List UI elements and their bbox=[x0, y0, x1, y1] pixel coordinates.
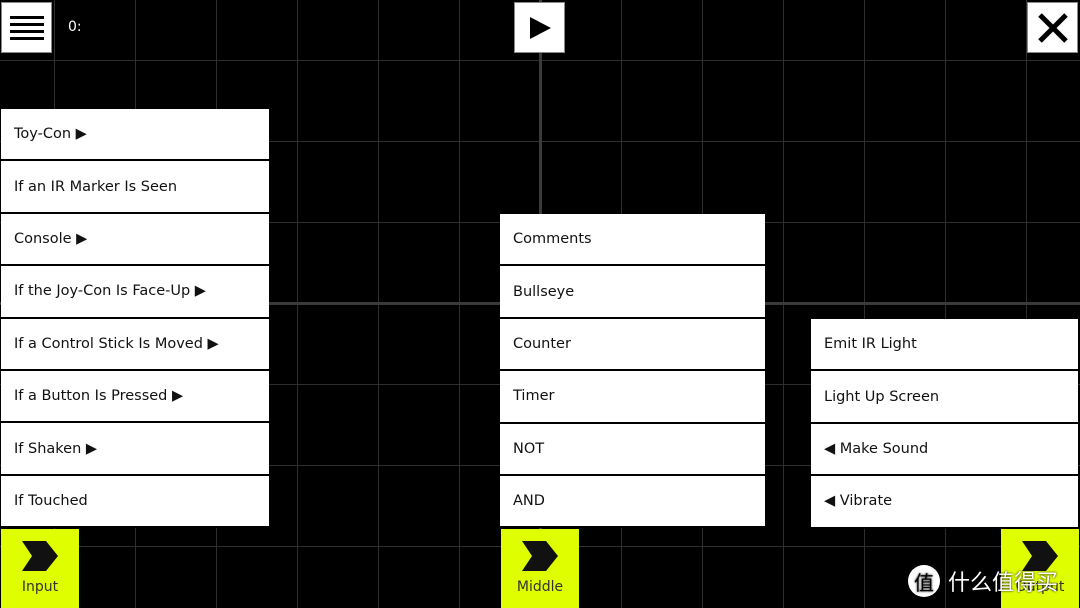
menu-item-make-sound[interactable]: ◀ Make Sound bbox=[811, 423, 1078, 477]
menu-item-timer[interactable]: Timer bbox=[500, 371, 765, 424]
menu-item-vibrate[interactable]: ◀ Vibrate bbox=[811, 476, 1078, 529]
menu-item-shaken[interactable]: If Shaken ▶ bbox=[1, 423, 269, 476]
chevron-right-icon bbox=[22, 541, 58, 571]
menu-item-comments[interactable]: Comments bbox=[500, 214, 765, 267]
output-menu: Emit IR Light Light Up Screen ◀ Make Sou… bbox=[811, 319, 1078, 529]
chevron-right-icon bbox=[522, 541, 558, 571]
menu-item-light-screen[interactable]: Light Up Screen bbox=[811, 371, 1078, 424]
menu-item-touched[interactable]: If Touched bbox=[1, 475, 269, 529]
menu-item-counter[interactable]: Counter bbox=[500, 318, 765, 372]
close-button[interactable] bbox=[1027, 2, 1078, 53]
menu-item-button-pressed[interactable]: If a Button Is Pressed ▶ bbox=[1, 370, 269, 424]
middle-category-button[interactable]: Middle bbox=[501, 529, 579, 608]
counter-label: 0: bbox=[68, 19, 82, 35]
play-button[interactable] bbox=[514, 2, 565, 53]
menu-item-control-stick[interactable]: If a Control Stick Is Moved ▶ bbox=[1, 318, 269, 371]
menu-item-toy-con[interactable]: Toy-Con ▶ bbox=[1, 109, 269, 162]
menu-item-console[interactable]: Console ▶ bbox=[1, 213, 269, 267]
input-category-button[interactable]: Input bbox=[1, 529, 79, 608]
middle-menu: Comments Bullseye Counter Timer NOT AND bbox=[500, 214, 765, 529]
watermark: 值 什么值得买 bbox=[908, 565, 1058, 597]
menu-item-ir-marker[interactable]: If an IR Marker Is Seen bbox=[1, 161, 269, 214]
watermark-badge: 值 bbox=[908, 565, 940, 597]
menu-button[interactable] bbox=[1, 2, 52, 53]
hamburger-icon bbox=[9, 15, 44, 40]
close-icon bbox=[1037, 12, 1068, 43]
menu-item-bullseye[interactable]: Bullseye bbox=[500, 266, 765, 319]
menu-item-not[interactable]: NOT bbox=[500, 423, 765, 476]
play-icon bbox=[529, 16, 551, 39]
menu-item-and[interactable]: AND bbox=[500, 475, 765, 529]
input-label: Input bbox=[21, 579, 59, 595]
middle-label: Middle bbox=[516, 579, 564, 595]
menu-item-face-up[interactable]: If the Joy-Con Is Face-Up ▶ bbox=[1, 266, 269, 319]
menu-item-emit-ir[interactable]: Emit IR Light bbox=[811, 319, 1078, 372]
watermark-text: 什么值得买 bbox=[948, 571, 1059, 596]
input-menu: Toy-Con ▶ If an IR Marker Is Seen Consol… bbox=[1, 109, 269, 529]
